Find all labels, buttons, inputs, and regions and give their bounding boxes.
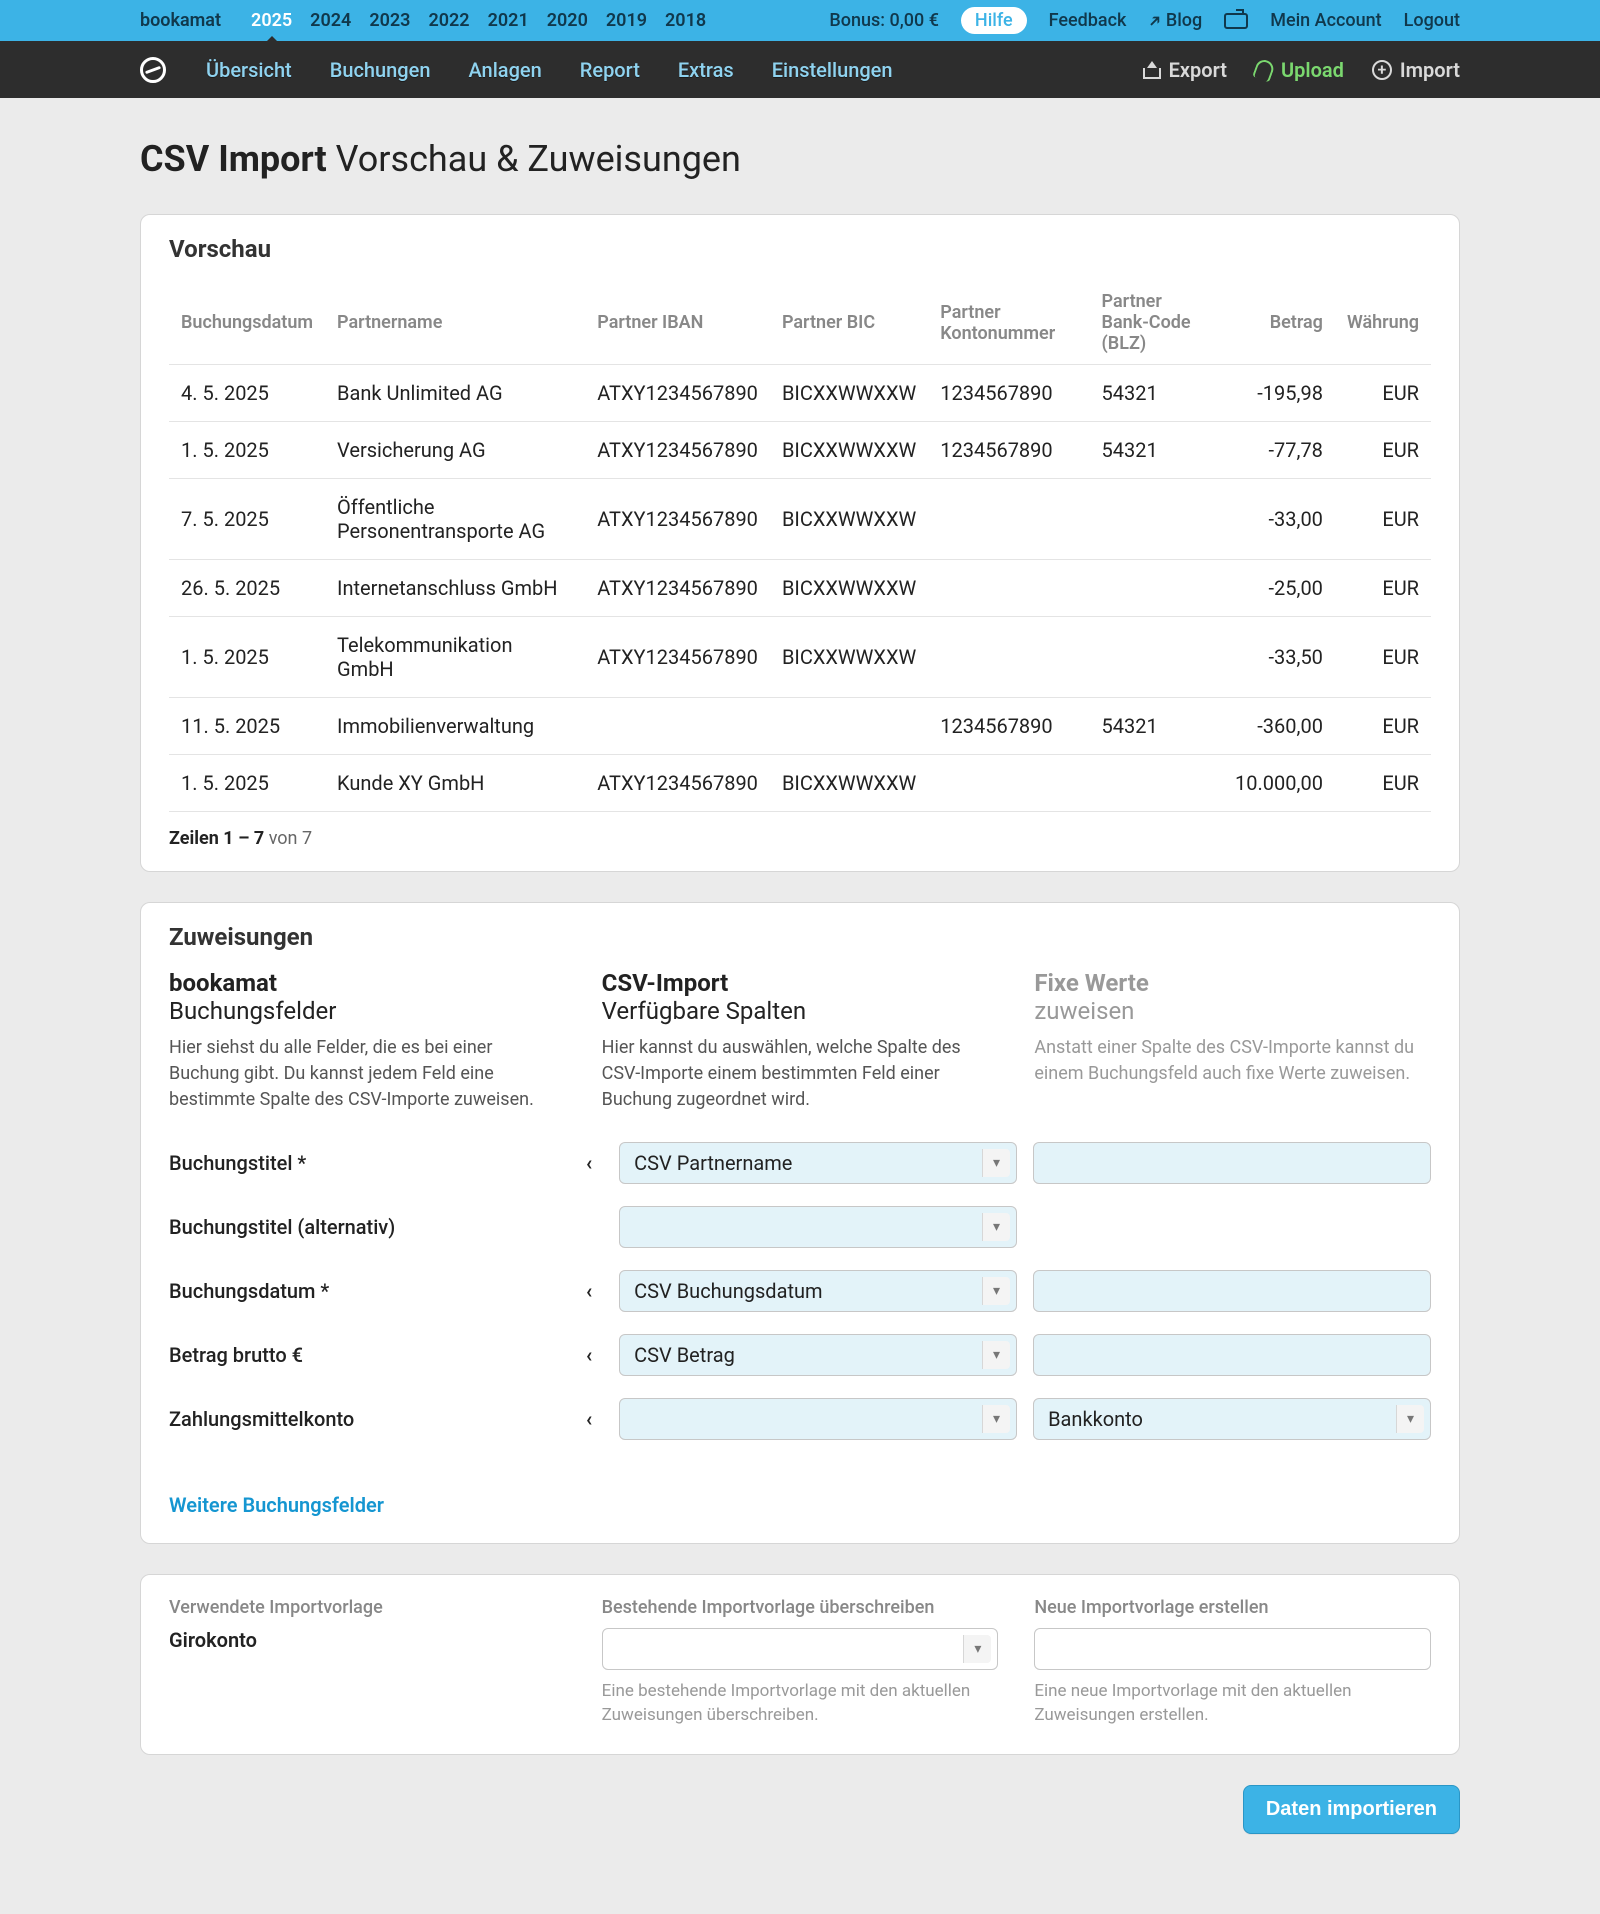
col-amount: Betrag [1223,281,1335,365]
chevron-left-icon: ‹ [575,1151,603,1175]
year-2025[interactable]: 2025 [251,10,292,31]
fixed-value-select[interactable]: Bankkonto▾ [1033,1398,1431,1440]
table-row: 26. 5. 2025Internetanschluss GmbHATXY123… [169,560,1431,617]
map-row: Buchungsdatum * ‹ CSV Buchungsdatum▾ [169,1259,1431,1323]
year-list: 2025 2024 2023 2022 2021 2020 2019 2018 [251,10,706,31]
csv-column-select[interactable]: ▾ [619,1206,1017,1248]
year-2018[interactable]: 2018 [665,10,706,31]
table-row: 11. 5. 2025Immobilienverwaltung123456789… [169,698,1431,755]
main-nav: Übersicht Buchungen Anlagen Report Extras Ein… [0,41,1600,98]
chevron-down-icon: ▾ [963,1635,991,1663]
export-icon [1143,61,1161,79]
year-2023[interactable]: 2023 [369,10,410,31]
col-blz: Partner Bank-Code (BLZ) [1090,281,1224,365]
csv-column-select[interactable]: ▾ [619,1398,1017,1440]
logo-icon[interactable] [140,57,166,83]
logout-link[interactable]: Logout [1404,10,1460,31]
map-row: Betrag brutto € ‹ CSV Betrag▾ [169,1323,1431,1387]
nav-extras[interactable]: Extras [678,58,734,82]
nav-report[interactable]: Report [580,58,640,82]
chevron-down-icon: ▾ [982,1277,1010,1305]
col-acct: Partner Kontonummer [928,281,1089,365]
nav-buchungen[interactable]: Buchungen [330,58,431,82]
more-fields-link[interactable]: Weitere Buchungsfelder [141,1475,1459,1543]
table-row: 1. 5. 2025Versicherung AGATXY1234567890B… [169,422,1431,479]
map-label: Betrag brutto € [169,1343,559,1367]
assign-panel: Zuweisungen bookamatBuchungsfelder Hier … [140,902,1460,1544]
chevron-left-icon: ‹ [575,1279,603,1303]
chevron-down-icon: ▾ [982,1149,1010,1177]
col-curr: Währung [1335,281,1431,365]
fixed-value-input[interactable] [1033,1142,1431,1184]
nav-anlagen[interactable]: Anlagen [468,58,541,82]
template-new-input[interactable] [1034,1628,1431,1670]
preview-table: Buchungsdatum Partnername Partner IBAN P… [169,281,1431,812]
map-label: Buchungstitel (alternativ) [169,1215,559,1239]
template-overwrite: Bestehende Importvorlage überschreiben ▾… [602,1597,999,1728]
assign-col-fixed: Fixe Wertezuweisen Anstatt einer Spalte … [1034,969,1431,1113]
col-iban: Partner IBAN [585,281,770,365]
csv-column-select[interactable]: CSV Partnername▾ [619,1142,1017,1184]
chevron-down-icon: ▾ [982,1405,1010,1433]
fixed-value-input[interactable] [1033,1334,1431,1376]
assign-heading: Zuweisungen [141,903,1459,969]
map-row: Buchungstitel (alternativ) ▾ [169,1195,1431,1259]
chevron-down-icon: ▾ [982,1341,1010,1369]
map-row: Buchungstitel * ‹ CSV Partnername▾ [169,1131,1431,1195]
year-2019[interactable]: 2019 [606,10,647,31]
template-overwrite-select[interactable]: ▾ [602,1628,999,1670]
col-partner: Partnername [325,281,585,365]
csv-column-select[interactable]: CSV Betrag▾ [619,1334,1017,1376]
year-topbar: bookamat 2025 2024 2023 2022 2021 2020 2019 201… [0,0,1600,41]
chevron-left-icon: ‹ [575,1343,603,1367]
col-date: Buchungsdatum [169,281,325,365]
template-panel: Verwendete Importvorlage Girokonto Beste… [140,1574,1460,1755]
bonus-text: Bonus: 0,00 € [829,10,939,31]
template-new: Neue Importvorlage erstellen Eine neue I… [1034,1597,1431,1728]
nav-einstellungen[interactable]: Einstellungen [772,58,893,82]
map-label: Buchungsdatum * [169,1279,559,1303]
map-label: Buchungstitel * [169,1151,559,1175]
page-title: CSV Import Vorschau & Zuweisungen [140,138,1460,180]
chevron-down-icon: ▾ [1396,1405,1424,1433]
paperclip-icon [1252,57,1276,82]
row-count: Zeilen 1 – 7 von 7 [169,812,1431,849]
year-2022[interactable]: 2022 [428,10,469,31]
table-row: 1. 5. 2025Kunde XY GmbHATXY1234567890BIC… [169,755,1431,812]
table-row: 7. 5. 2025Öffentliche Personentransporte… [169,479,1431,560]
template-used: Verwendete Importvorlage Girokonto [169,1597,566,1728]
year-2024[interactable]: 2024 [310,10,351,31]
year-2021[interactable]: 2021 [488,10,529,31]
brand: bookamat [140,10,221,31]
external-icon: ➔ [1144,9,1167,32]
year-2020[interactable]: 2020 [547,10,588,31]
nav-übersicht[interactable]: Übersicht [206,58,292,82]
csv-column-select[interactable]: CSV Buchungsdatum▾ [619,1270,1017,1312]
feedback-link[interactable]: Feedback [1049,10,1127,31]
chevron-left-icon: ‹ [575,1407,603,1431]
nav-menu: Übersicht Buchungen Anlagen Report Extras Ein… [206,58,893,82]
blog-link[interactable]: ➔Blog [1148,10,1202,31]
upload-link[interactable]: Upload [1255,58,1344,82]
preview-heading: Vorschau [141,215,1459,281]
col-bic: Partner BIC [770,281,928,365]
help-button[interactable]: Hilfe [961,7,1027,34]
import-data-button[interactable]: Daten importieren [1243,1785,1460,1834]
account-link[interactable]: Mein Account [1270,10,1381,31]
map-label: Zahlungsmittelkonto [169,1407,559,1431]
fixed-value-input[interactable] [1033,1270,1431,1312]
import-link[interactable]: +Import [1372,58,1460,82]
export-link[interactable]: Export [1143,58,1227,82]
preview-panel: Vorschau Buchungsdatum Partnername Partn… [140,214,1460,872]
assign-col-csv: CSV-ImportVerfügbare Spalten Hier kannst… [602,969,999,1113]
plus-circle-icon: + [1372,60,1392,80]
keyboard-icon[interactable] [1224,13,1248,29]
assign-col-bookamat: bookamatBuchungsfelder Hier siehst du al… [169,969,566,1113]
table-row: 1. 5. 2025Telekommunikation GmbHATXY1234… [169,617,1431,698]
chevron-down-icon: ▾ [982,1213,1010,1241]
map-row: Zahlungsmittelkonto‹▾Bankkonto▾ [169,1387,1431,1451]
table-row: 4. 5. 2025Bank Unlimited AGATXY123456789… [169,365,1431,422]
